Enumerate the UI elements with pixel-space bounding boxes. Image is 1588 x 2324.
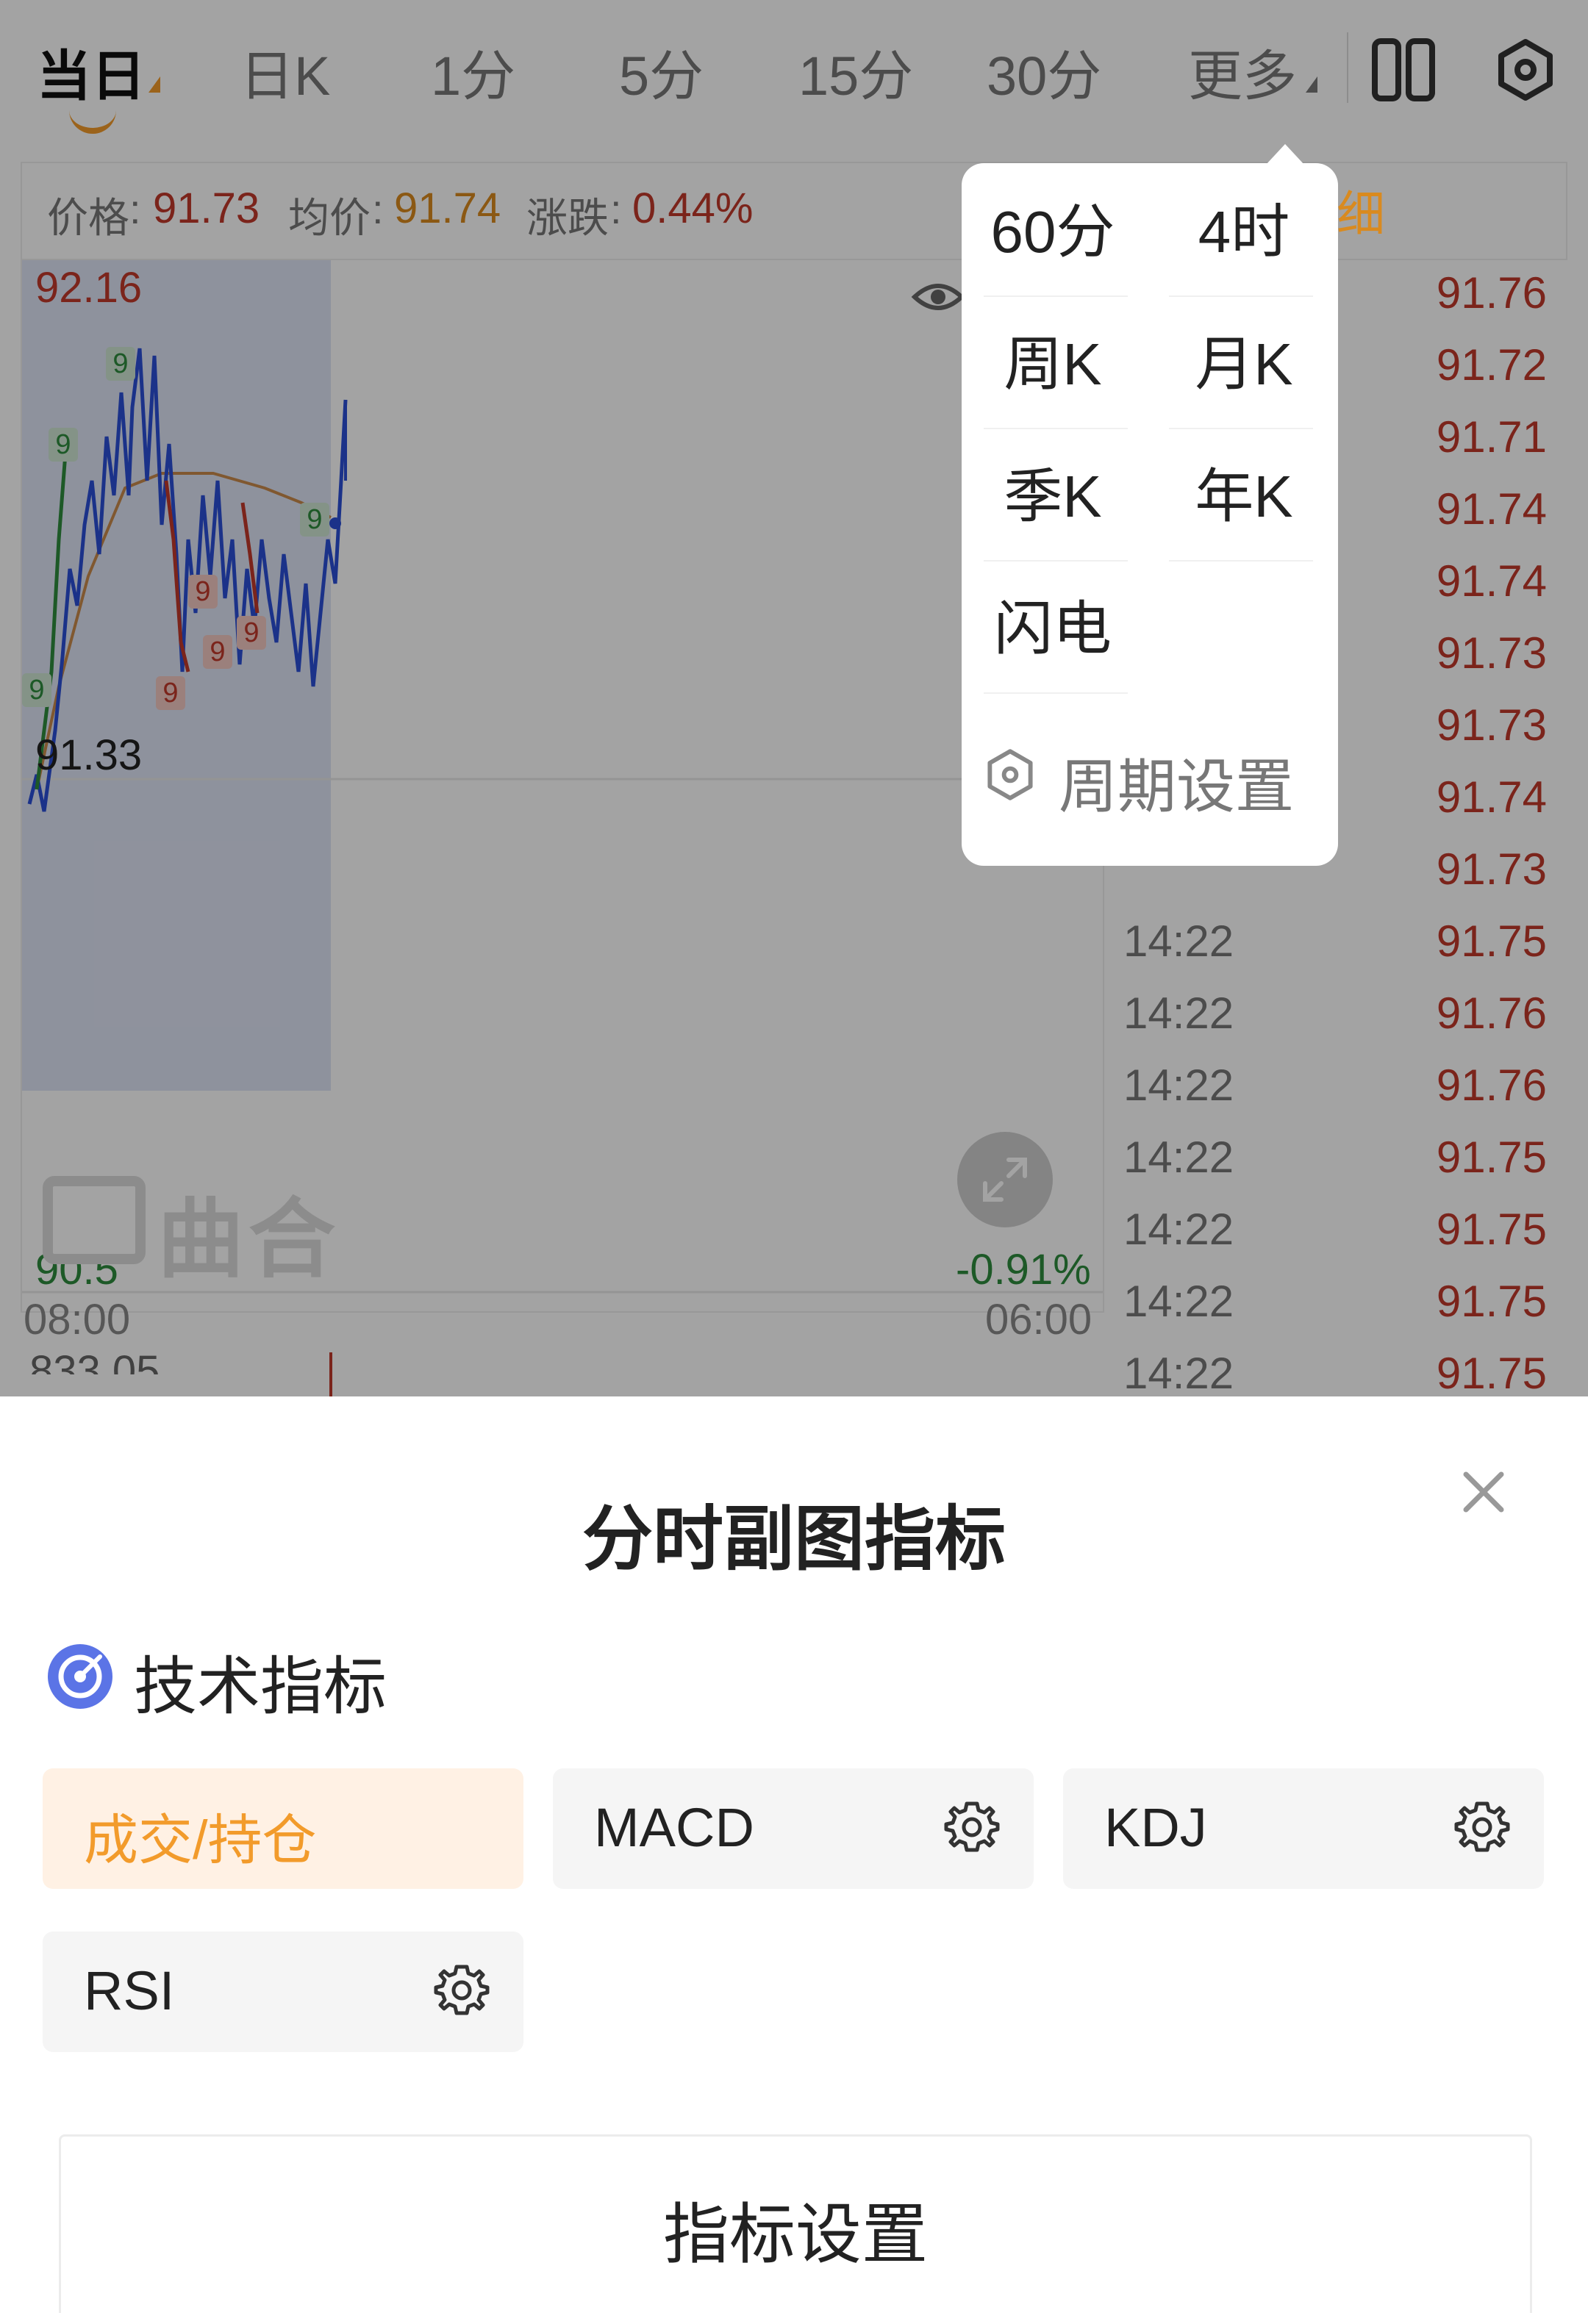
menu-item-4h[interactable]: 4时 bbox=[1170, 173, 1317, 291]
menu-item-lightning[interactable]: 闪电 bbox=[979, 570, 1126, 688]
more-periods-menu: 60分 4时 周K 月K 季K 年K 闪电 周期设置 bbox=[962, 163, 1338, 866]
divider bbox=[984, 560, 1128, 562]
chip-macd[interactable]: MACD bbox=[553, 1768, 1034, 1889]
sheet-title: 分时副图指标 bbox=[582, 1500, 1006, 1579]
chip-label: KDJ bbox=[1104, 1797, 1207, 1858]
target-icon bbox=[48, 1644, 112, 1709]
menu-item-60min[interactable]: 60分 bbox=[979, 173, 1126, 291]
period-settings-label: 周期设置 bbox=[1059, 754, 1294, 820]
close-icon[interactable] bbox=[1460, 1468, 1507, 1516]
divider bbox=[984, 295, 1128, 297]
popup-arrow bbox=[1266, 144, 1304, 165]
settings-hex-icon bbox=[987, 749, 1033, 800]
subchart-indicator-sheet: 分时副图指标 技术指标 成交/持仓 MACD KDJ RSI 指标设置 bbox=[0, 1396, 1588, 2324]
gear-icon[interactable] bbox=[943, 1799, 1001, 1858]
gear-icon[interactable] bbox=[1453, 1799, 1512, 1858]
divider bbox=[1169, 428, 1313, 429]
chip-kdj[interactable]: KDJ bbox=[1063, 1768, 1544, 1889]
menu-item-week-k[interactable]: 周K bbox=[979, 306, 1126, 423]
chip-label: RSI bbox=[84, 1960, 175, 2021]
divider bbox=[984, 692, 1128, 694]
chip-label: MACD bbox=[594, 1797, 754, 1858]
section-title: 技术指标 bbox=[134, 1651, 387, 1722]
chip-rsi[interactable]: RSI bbox=[43, 1932, 523, 2052]
app-page: 当日 日K 1分 5分 15分 30分 更多 价格: 91.73 均价: 9… bbox=[0, 0, 1588, 2324]
divider bbox=[1169, 560, 1313, 562]
menu-item-year-k[interactable]: 年K bbox=[1170, 438, 1317, 556]
chip-label: 成交/持仓 bbox=[84, 1810, 317, 1871]
divider bbox=[984, 428, 1128, 429]
menu-item-quarter-k[interactable]: 季K bbox=[979, 438, 1126, 556]
indicator-settings-label: 指标设置 bbox=[663, 2198, 928, 2272]
chip-volume-oi[interactable]: 成交/持仓 bbox=[43, 1768, 523, 1889]
indicator-settings-button[interactable]: 指标设置 bbox=[59, 2134, 1532, 2313]
divider bbox=[1169, 295, 1313, 297]
gear-icon[interactable] bbox=[432, 1962, 491, 2021]
detail-header-partial: 细 bbox=[1337, 187, 1385, 241]
period-settings-button[interactable]: 周期设置 bbox=[979, 729, 1325, 820]
menu-item-month-k[interactable]: 月K bbox=[1170, 306, 1317, 423]
